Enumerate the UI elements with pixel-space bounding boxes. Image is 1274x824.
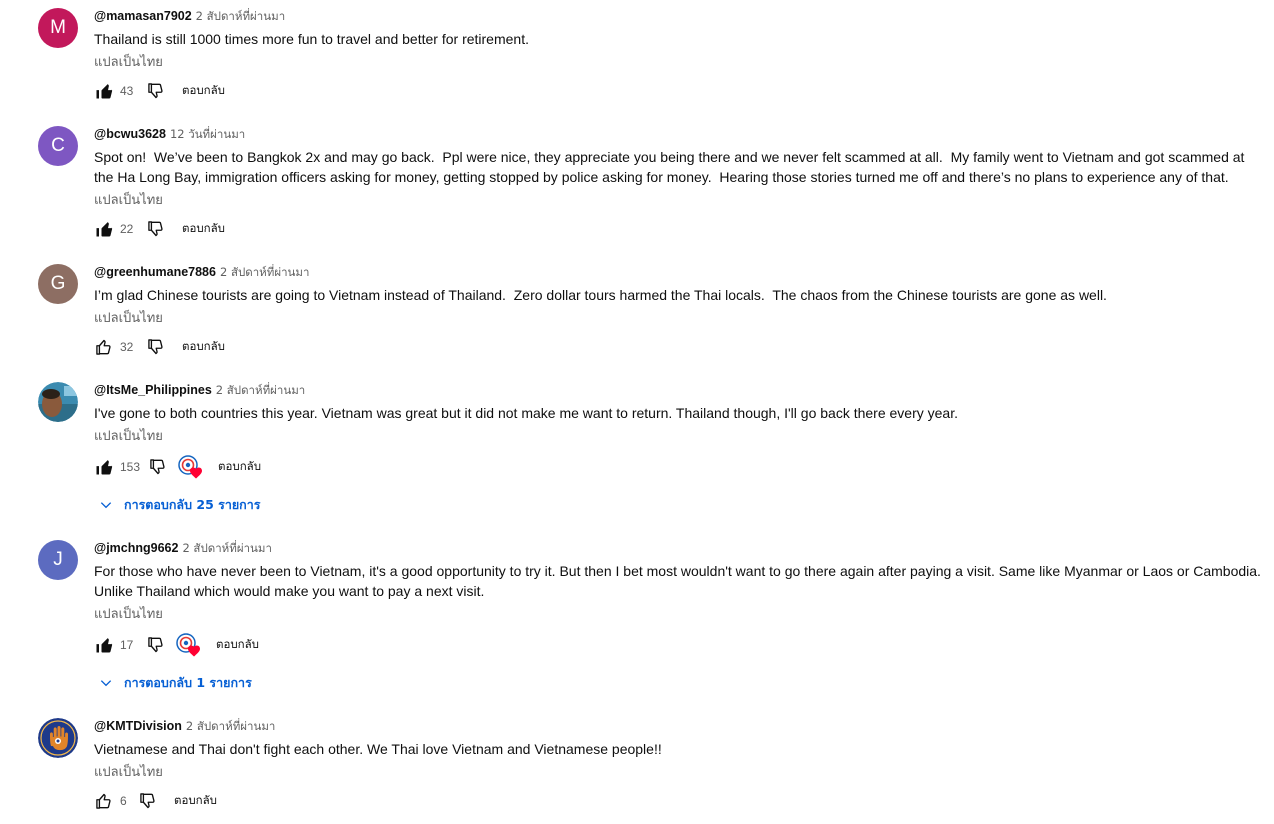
translate-link[interactable]: แปลเป็นไทย xyxy=(94,427,1264,447)
comment-header: @jmchng9662 2 สัปดาห์ที่ผ่านมา xyxy=(94,538,1264,558)
reply-button[interactable]: ตอบกลับ xyxy=(182,82,225,100)
comment-time[interactable]: 2 สัปดาห์ที่ผ่านมา xyxy=(182,541,271,555)
hamsa-logo-icon xyxy=(38,718,78,758)
avatar-letter: J xyxy=(53,549,63,570)
comment-header: @mamasan7902 2 สัปดาห์ที่ผ่านมา xyxy=(94,6,1264,26)
translate-link[interactable]: แปลเป็นไทย xyxy=(94,53,1264,73)
comment-header: @bcwu3628 12 วันที่ผ่านมา xyxy=(94,124,1264,144)
replies-count-label: การตอบกลับ 1 รายการ xyxy=(124,675,252,690)
comment-time[interactable]: 2 สัปดาห์ที่ผ่านมา xyxy=(186,719,275,733)
reply-button[interactable]: ตอบกลับ xyxy=(182,338,225,356)
comment-time[interactable]: 12 วันที่ผ่านมา xyxy=(170,127,245,141)
chevron-down-icon xyxy=(100,502,112,509)
thumbs-down-icon xyxy=(148,221,163,237)
like-count: 153 xyxy=(120,460,141,474)
comment-body: @mamasan7902 2 สัปดาห์ที่ผ่านมา Thailand … xyxy=(94,8,1264,103)
replies-count-label: การตอบกลับ 25 รายการ xyxy=(124,497,261,512)
thumbs-down-icon xyxy=(148,83,163,99)
avatar-letter: G xyxy=(50,273,66,294)
dislike-button[interactable] xyxy=(146,81,166,101)
comment-header: @greenhumane7886 2 สัปดาห์ที่ผ่านมา xyxy=(94,262,1264,282)
translate-link[interactable]: แปลเป็นไทย xyxy=(94,763,1264,783)
comment-time[interactable]: 2 สัปดาห์ที่ผ่านมา xyxy=(216,383,305,397)
comment-author[interactable]: @KMTDivision xyxy=(94,719,182,733)
comment-time[interactable]: 2 สัปดาห์ที่ผ่านมา xyxy=(220,265,309,279)
view-replies-button[interactable]: การตอบกลับ 25 รายการ xyxy=(98,493,1264,517)
reply-button[interactable]: ตอบกลับ xyxy=(182,220,225,238)
like-count: 6 xyxy=(120,794,127,808)
like-button[interactable] xyxy=(94,457,114,477)
comment-body: @KMTDivision 2 สัปดาห์ที่ผ่านมา Vietnames… xyxy=(94,718,1264,813)
comment-actions: 153 ตอบกลับ xyxy=(94,455,1264,479)
thumbs-up-filled-icon xyxy=(96,638,113,653)
comment-author[interactable]: @bcwu3628 xyxy=(94,127,166,141)
like-count: 43 xyxy=(120,84,134,98)
comment-actions: 32 ตอบกลับ xyxy=(94,335,1264,359)
profile-photo-icon xyxy=(38,382,78,422)
like-button[interactable] xyxy=(94,791,114,811)
comment-text: For those who have never been to Vietnam… xyxy=(94,563,1265,599)
comment-body: @jmchng9662 2 สัปดาห์ที่ผ่านมา For those … xyxy=(94,540,1264,695)
comment-header: @KMTDivision 2 สัปดาห์ที่ผ่านมา xyxy=(94,716,1264,736)
comment-actions: 17 ตอบกลับ xyxy=(94,633,1264,657)
view-replies-button[interactable]: การตอบกลับ 1 รายการ xyxy=(98,671,1264,695)
comment-actions: 6 ตอบกลับ xyxy=(94,789,1264,813)
avatar-letter: M xyxy=(50,17,66,38)
avatar[interactable]: J xyxy=(38,540,78,580)
like-count: 22 xyxy=(120,222,134,236)
comment-author[interactable]: @greenhumane7886 xyxy=(94,265,216,279)
comment-actions: 22 ตอบกลับ xyxy=(94,217,1264,241)
reply-button[interactable]: ตอบกลับ xyxy=(218,458,261,476)
comment-text: I've gone to both countries this year. V… xyxy=(94,405,958,421)
thumbs-up-icon xyxy=(96,339,111,355)
chevron-down-icon xyxy=(100,680,112,687)
comment-body: @greenhumane7886 2 สัปดาห์ที่ผ่านมา I’m g… xyxy=(94,264,1264,359)
comment-text: Spot on! We’ve been to Bangkok 2x and ma… xyxy=(94,149,1249,185)
avatar[interactable]: C xyxy=(38,126,78,166)
thumbs-up-icon xyxy=(96,793,111,809)
comment-body: @ItsMe_Philippines 2 สัปดาห์ที่ผ่านมา I'v… xyxy=(94,382,1264,517)
creator-heart-icon xyxy=(178,455,203,479)
creator-heart-icon xyxy=(176,633,200,657)
thumbs-down-icon xyxy=(148,339,163,355)
like-button[interactable] xyxy=(94,81,114,101)
thumbs-up-filled-icon xyxy=(96,222,113,237)
thumbs-up-filled-icon xyxy=(96,460,113,475)
comment-body: @bcwu3628 12 วันที่ผ่านมา Spot on! We’ve … xyxy=(94,126,1264,241)
dislike-button[interactable] xyxy=(146,635,166,655)
dislike-button[interactable] xyxy=(146,337,166,357)
avatar[interactable] xyxy=(38,382,78,422)
like-count: 32 xyxy=(120,340,134,354)
comment-actions: 43 ตอบกลับ xyxy=(94,79,1264,103)
translate-link[interactable]: แปลเป็นไทย xyxy=(94,309,1264,329)
thumbs-down-icon xyxy=(140,793,155,809)
comment-text: I’m glad Chinese tourists are going to V… xyxy=(94,287,1107,303)
thumbs-down-icon xyxy=(148,637,163,653)
comment-time[interactable]: 2 สัปดาห์ที่ผ่านมา xyxy=(196,9,285,23)
comment-author[interactable]: @ItsMe_Philippines xyxy=(94,383,212,397)
avatar[interactable] xyxy=(38,718,78,758)
like-button[interactable] xyxy=(94,337,114,357)
dislike-button[interactable] xyxy=(138,791,158,811)
comment-header: @ItsMe_Philippines 2 สัปดาห์ที่ผ่านมา xyxy=(94,380,1264,400)
thumbs-up-filled-icon xyxy=(96,84,113,99)
avatar[interactable]: G xyxy=(38,264,78,304)
dislike-button[interactable] xyxy=(146,219,166,239)
translate-link[interactable]: แปลเป็นไทย xyxy=(94,605,1264,625)
comment-author[interactable]: @jmchng9662 xyxy=(94,541,178,555)
reply-button[interactable]: ตอบกลับ xyxy=(216,636,259,654)
dislike-button[interactable] xyxy=(148,457,168,477)
reply-button[interactable]: ตอบกลับ xyxy=(174,792,217,810)
like-button[interactable] xyxy=(94,219,114,239)
translate-link[interactable]: แปลเป็นไทย xyxy=(94,191,1264,211)
thumbs-down-icon xyxy=(150,459,165,475)
comment-author[interactable]: @mamasan7902 xyxy=(94,9,192,23)
comment-text: Vietnamese and Thai don't fight each oth… xyxy=(94,741,662,757)
comment-text: Thailand is still 1000 times more fun to… xyxy=(94,31,529,47)
avatar-letter: C xyxy=(51,135,65,156)
avatar[interactable]: M xyxy=(38,8,78,48)
like-button[interactable] xyxy=(94,635,114,655)
like-count: 17 xyxy=(120,638,134,652)
